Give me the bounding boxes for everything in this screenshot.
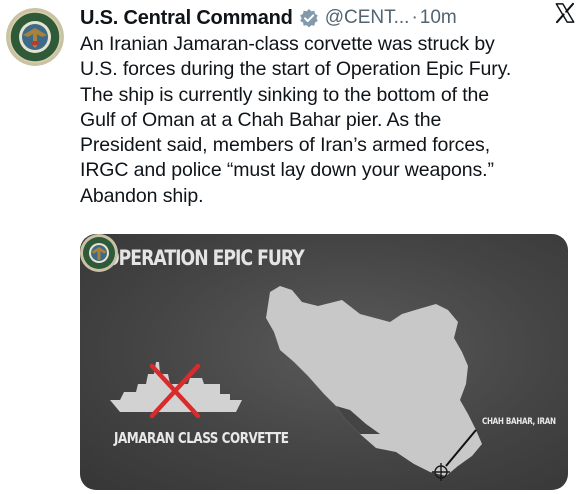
tweet-text-line: Gulf of Oman at a Chah Bahar pier. As th… (80, 108, 442, 131)
tweet-media-image[interactable]: OPERATION EPIC FURY JAMARAN CLASS CORVET… (80, 234, 568, 490)
verified-badge-icon (299, 8, 319, 28)
tweet-text-line: President said, members of Iran’s armed … (80, 134, 491, 157)
author-handle[interactable]: @CENT... (325, 7, 410, 29)
tweet-text-line: U.S. forces during the start of Operatio… (80, 58, 512, 81)
author-name[interactable]: U.S. Central Command (80, 7, 293, 30)
port-label: CHAH BAHAR, IRAN (482, 417, 556, 427)
tweet-text-line: IRGC and police “must lay down your weap… (80, 159, 494, 182)
timestamp[interactable]: 10m (420, 7, 457, 29)
ship-label: JAMARAN CLASS CORVETTE (114, 429, 289, 447)
tweet-text-line: Abandon ship. (80, 184, 204, 207)
tweet-text-line: An Iranian Jamaran-class corvette was st… (80, 33, 495, 55)
centcom-seal-icon (6, 8, 64, 66)
separator-dot: · (411, 7, 418, 28)
media-graphic (110, 286, 482, 481)
avatar[interactable] (6, 8, 64, 66)
tweet-header: U.S. Central Command @CENT... · 10m (80, 5, 578, 31)
iran-map-shape (266, 286, 482, 476)
centcom-seal-icon (80, 234, 118, 272)
media-title: OPERATION EPIC FURY (105, 246, 305, 270)
tweet-text: An Iranian Jamaran-class corvette was st… (80, 32, 580, 209)
x-logo-icon (555, 2, 575, 24)
tweet-text-line: The ship is currently sinking to the bot… (80, 83, 490, 106)
